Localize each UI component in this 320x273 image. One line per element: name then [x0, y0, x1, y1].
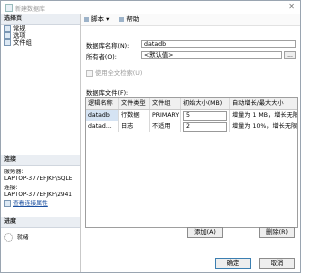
add-button[interactable]: 添加(A) — [187, 227, 223, 238]
column-header[interactable]: 逻辑名称 — [86, 98, 119, 109]
column-header[interactable]: 初始大小(MB) — [181, 98, 230, 109]
grid-header: 逻辑名称 文件类型 文件组 初始大小(MB) 自动增长/最大大小 — [86, 98, 297, 110]
left-pane: 选择页 常规 选项 文件组 连接 服务器: LAPTOP-377EFJKF\SQ… — [1, 14, 81, 272]
dbname-input[interactable]: datadb — [141, 40, 296, 48]
script-label: 脚本 — [91, 15, 104, 23]
dialog-footer: 确定 取消 — [81, 245, 300, 272]
progress-header: 进度 — [1, 217, 80, 228]
progress-status: 就绪 — [17, 235, 29, 241]
column-header[interactable]: 文件组 — [150, 98, 181, 109]
connection-label: 连接: — [4, 185, 18, 191]
page-icon — [4, 32, 11, 39]
owner-label: 所有者(O): — [86, 54, 117, 61]
file-type-cell: 行数据 — [119, 110, 150, 121]
page-icon — [4, 39, 11, 46]
remove-button[interactable]: 删除(R) — [259, 227, 295, 238]
database-icon — [5, 4, 13, 12]
sidebar-item-options[interactable]: 选项 — [1, 32, 80, 40]
dbname-label: 数据库名称(N): — [86, 43, 130, 50]
select-page-header: 选择页 — [1, 14, 80, 25]
fulltext-checkbox[interactable]: 使用全文检索(U) — [86, 68, 142, 77]
properties-icon — [4, 200, 11, 207]
fulltext-label: 使用全文检索(U) — [95, 70, 143, 77]
owner-browse-button[interactable]: ... — [284, 51, 296, 59]
connection-value: LAPTOP-377EFJKF\2941 — [4, 192, 73, 198]
initial-size-input[interactable]: 2 — [183, 122, 227, 132]
sidebar-item-label: 文件组 — [13, 39, 32, 47]
file-type-cell: 日志 — [119, 121, 150, 132]
database-files-grid: 逻辑名称 文件类型 文件组 初始大小(MB) 自动增长/最大大小 datadb … — [85, 97, 298, 228]
connection-section: 连接 服务器: LAPTOP-377EFJKF\SQLE 连接: LAPTOP-… — [1, 155, 80, 208]
title-bar: 新建数据库 ✕ — [1, 1, 300, 13]
help-icon — [119, 16, 125, 22]
server-label: 服务器: — [4, 169, 24, 175]
help-label: 帮助 — [126, 15, 140, 23]
page-icon — [4, 25, 11, 32]
files-label: 数据库文件(F): — [86, 90, 129, 97]
autogrowth-cell[interactable]: 增量为 10%，增长无限制 — [230, 121, 297, 132]
column-header[interactable]: 自动增长/最大大小 — [230, 98, 297, 109]
toolbar: 脚本 ▾ 帮助 — [81, 14, 300, 26]
spinner-icon — [4, 233, 13, 242]
view-connection-link[interactable]: 查看连接属性 — [13, 201, 48, 207]
progress-section: 进度 就绪 — [1, 217, 80, 242]
column-header[interactable]: 文件类型 — [119, 98, 150, 109]
logical-name-cell[interactable]: datadb — [86, 110, 119, 121]
logical-name-cell[interactable]: datad... — [86, 121, 119, 132]
owner-input[interactable]: <默认值> — [141, 51, 282, 59]
window-title: 新建数据库 — [15, 6, 46, 13]
initial-size-cell[interactable]: 2 — [181, 121, 230, 132]
filegroup-cell: 不适用 — [150, 121, 181, 132]
table-row[interactable]: datad... 日志 不适用 2 增量为 10%，增长无限制 — [86, 121, 297, 132]
cancel-button[interactable]: 取消 — [259, 258, 295, 269]
table-row[interactable]: datadb 行数据 PRIMARY 5 增量为 1 MB，增长无限制 — [86, 110, 297, 121]
initial-size-input[interactable]: 5 — [183, 111, 227, 121]
filegroup-cell[interactable]: PRIMARY — [150, 110, 181, 121]
checkbox-box — [86, 69, 93, 77]
view-connection-properties[interactable]: 查看连接属性 — [1, 200, 80, 208]
new-database-dialog: 新建数据库 ✕ 选择页 常规 选项 文件组 连接 服务器: LAPTOP-377… — [0, 0, 301, 273]
script-icon — [84, 16, 89, 22]
sidebar-item-filegroups[interactable]: 文件组 — [1, 39, 80, 47]
ok-button[interactable]: 确定 — [215, 258, 251, 269]
autogrowth-cell[interactable]: 增量为 1 MB，增长无限制 — [230, 110, 297, 121]
initial-size-cell[interactable]: 5 — [181, 110, 230, 121]
close-icon[interactable]: ✕ — [288, 2, 295, 11]
progress-status-row: 就绪 — [1, 233, 80, 242]
help-button[interactable]: 帮助 — [119, 14, 139, 25]
sidebar-item-general[interactable]: 常规 — [1, 25, 80, 33]
connection-header: 连接 — [1, 155, 80, 166]
right-pane: 脚本 ▾ 帮助 数据库名称(N): datadb 所有者(O): <默认值> .… — [81, 14, 300, 272]
server-value: LAPTOP-377EFJKF\SQLE — [4, 176, 73, 182]
script-button[interactable]: 脚本 ▾ — [84, 14, 109, 25]
